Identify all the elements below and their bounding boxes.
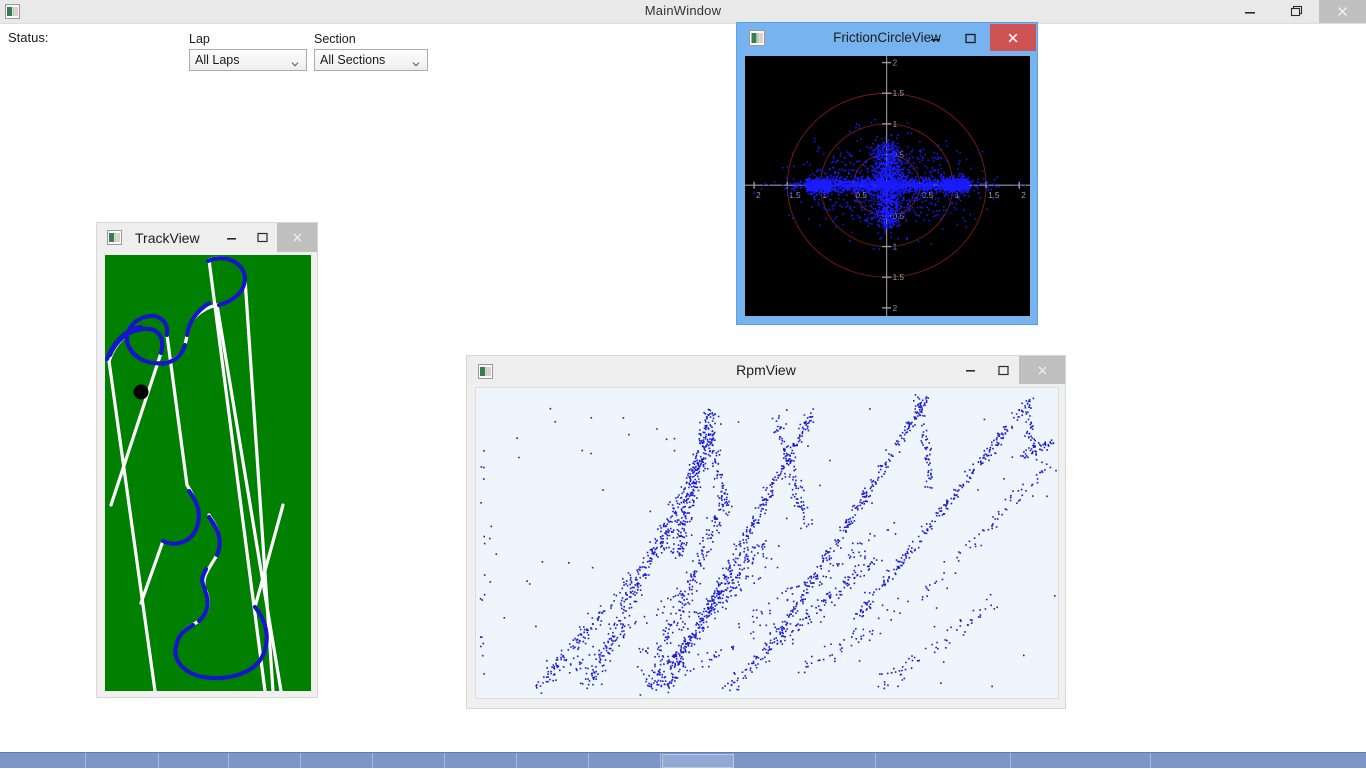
friction-close-button[interactable] xyxy=(990,24,1036,51)
track-close-button[interactable] xyxy=(277,223,317,252)
main-window: MainWindow Status: Lap All Laps Section … xyxy=(0,0,1366,752)
car-position-marker xyxy=(133,384,149,400)
svg-text:2: 2 xyxy=(756,191,761,200)
friction-circle-canvas[interactable]: 2 1.5 1 0.5 0.5 1 1.5 2 2 1.5 1 0.5 0.5 1 1.5 2 xyxy=(745,56,1030,316)
friction-restore-button[interactable] xyxy=(956,25,986,52)
track-minimize-button[interactable] xyxy=(217,223,247,252)
rpm-close-button[interactable] xyxy=(1019,356,1065,384)
main-restore-button[interactable] xyxy=(1273,0,1319,23)
taskbar-separator xyxy=(85,753,86,769)
app-icon xyxy=(478,364,493,379)
taskbar-active-item[interactable] xyxy=(662,754,734,768)
main-close-button[interactable] xyxy=(1319,0,1366,23)
taskbar[interactable] xyxy=(0,752,1366,769)
track-map-svg xyxy=(105,256,285,691)
taskbar-separator xyxy=(1010,753,1011,769)
taskbar-separator xyxy=(444,753,445,769)
main-minimize-button[interactable] xyxy=(1227,0,1273,23)
friction-circle-titlebar[interactable]: FrictionCircleView xyxy=(737,23,1037,52)
lap-filter-select[interactable]: All Laps xyxy=(189,49,307,71)
svg-text:1.5: 1.5 xyxy=(988,191,1000,200)
svg-text:1: 1 xyxy=(893,120,898,129)
status-label-text: Status: xyxy=(8,30,49,45)
friction-minimize-button[interactable] xyxy=(921,25,951,52)
svg-text:2: 2 xyxy=(1021,191,1026,200)
friction-circle-svg: 2 1.5 1 0.5 0.5 1 1.5 221.510.50.511.52 xyxy=(745,56,1030,316)
app-icon xyxy=(749,30,765,46)
track-view-titlebar[interactable]: TrackView xyxy=(97,223,317,252)
rpm-view-window: RpmView xyxy=(466,355,1066,709)
taskbar-separator xyxy=(158,753,159,769)
taskbar-separator xyxy=(228,753,229,769)
svg-text:1.5: 1.5 xyxy=(893,89,905,98)
status-label: Status: xyxy=(8,30,48,45)
section-filter-select[interactable]: All Sections xyxy=(314,49,428,71)
rpm-restore-button[interactable] xyxy=(987,356,1019,384)
taskbar-separator xyxy=(875,753,876,769)
taskbar-separator xyxy=(588,753,589,769)
rpm-scatter-svg xyxy=(479,394,1057,696)
lap-filter-label: Lap xyxy=(189,32,210,46)
svg-text:1.5: 1.5 xyxy=(893,273,905,282)
svg-text:2: 2 xyxy=(893,59,898,68)
svg-text:2: 2 xyxy=(893,304,898,313)
app-icon xyxy=(107,230,122,245)
track-view-window: TrackView xyxy=(96,222,318,698)
lap-filter-value: All Laps xyxy=(195,53,240,67)
taskbar-separator xyxy=(1150,753,1151,769)
section-filter-group: Section All Sections xyxy=(314,32,428,71)
lap-filter-group: Lap All Laps xyxy=(189,32,307,71)
taskbar-separator xyxy=(300,753,301,769)
taskbar-separator xyxy=(516,753,517,769)
track-map-canvas[interactable] xyxy=(105,255,311,691)
taskbar-separator xyxy=(660,753,661,769)
chevron-down-icon xyxy=(412,55,420,67)
section-filter-label: Section xyxy=(314,32,356,46)
friction-circle-view-window: FrictionCircleView 2 1.5 1 0.5 0.5 1 1.5 2 2 1.5 1… xyxy=(736,22,1038,325)
chevron-down-icon xyxy=(291,55,299,67)
main-window-titlebar[interactable]: MainWindow xyxy=(0,0,1366,24)
section-filter-value: All Sections xyxy=(320,53,386,67)
taskbar-separator xyxy=(372,753,373,769)
rpm-view-titlebar[interactable]: RpmView xyxy=(467,356,1065,384)
track-restore-button[interactable] xyxy=(247,223,277,252)
rpm-plot-canvas[interactable] xyxy=(475,387,1059,699)
rpm-minimize-button[interactable] xyxy=(955,356,987,384)
main-window-title: MainWindow xyxy=(644,3,722,18)
friction-circle-window-controls xyxy=(921,24,1036,51)
